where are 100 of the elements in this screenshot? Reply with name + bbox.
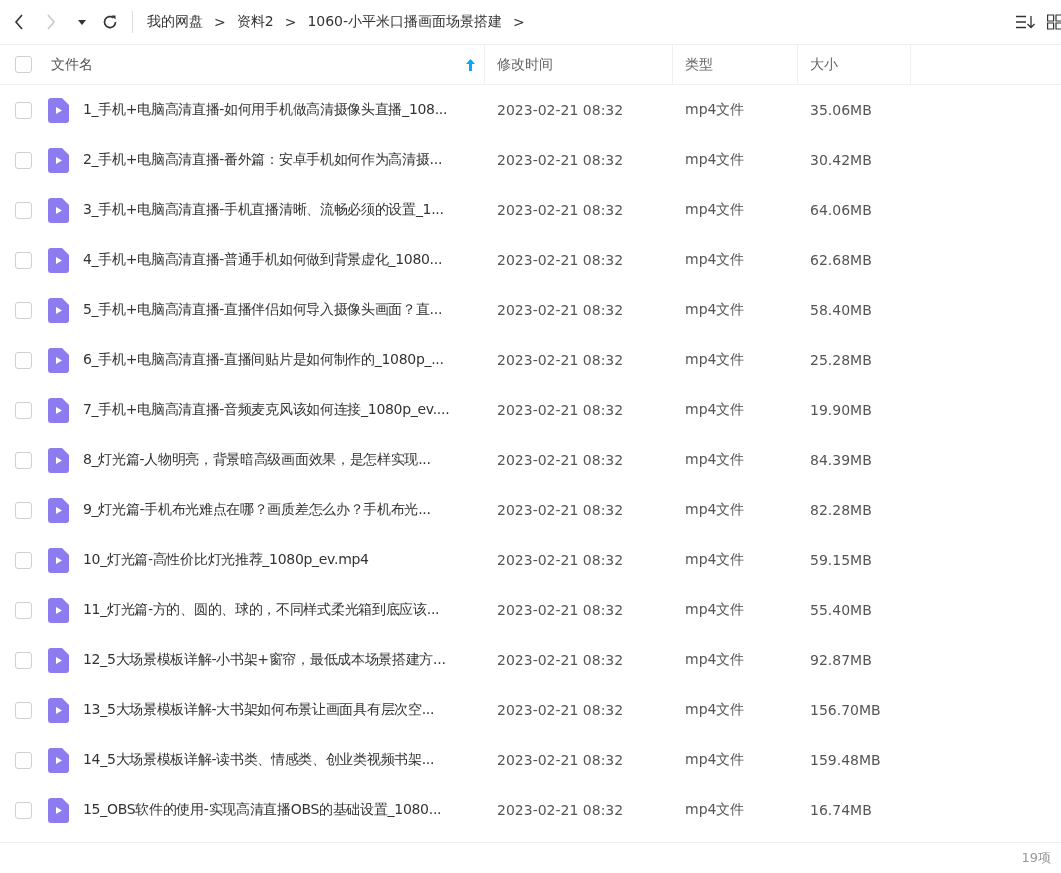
video-file-icon	[48, 347, 69, 373]
row-checkbox[interactable]	[15, 301, 32, 319]
file-name[interactable]: 3_手机+电脑高清直播-手机直播清晰、流畅必须的设置_1...	[83, 201, 444, 219]
file-name[interactable]: 8_灯光篇-人物明亮，背景暗高级画面效果，是怎样实现...	[83, 451, 431, 469]
breadcrumb-link[interactable]: 我的网盘	[147, 13, 203, 31]
file-name[interactable]: 12_5大场景模板详解-小书架+窗帘，最低成本场景搭建方...	[83, 651, 446, 669]
refresh-button[interactable]	[102, 14, 118, 30]
modified-time: 2023-02-21 08:32	[496, 252, 625, 268]
modified-time: 2023-02-21 08:32	[496, 502, 625, 518]
breadcrumb-separator: >	[284, 14, 297, 30]
sort-icon[interactable]	[1015, 15, 1035, 29]
file-type: mp4文件	[684, 351, 746, 369]
row-checkbox[interactable]	[15, 401, 32, 419]
column-header[interactable]: 大小	[810, 55, 838, 74]
file-name[interactable]: 1_手机+电脑高清直播-如何用手机做高清摄像头直播_108...	[83, 101, 448, 119]
item-count: 19项	[1021, 849, 1051, 867]
modified-time: 2023-02-21 08:32	[496, 552, 625, 568]
row-checkbox[interactable]	[15, 651, 32, 669]
file-type: mp4文件	[684, 101, 746, 119]
breadcrumb-separator: >	[513, 14, 525, 30]
file-name[interactable]: 14_5大场景模板详解-读书类、情感类、创业类视频书架...	[83, 751, 435, 769]
row-checkbox[interactable]	[15, 151, 32, 169]
breadcrumb-separator: >	[214, 14, 226, 30]
row-checkbox[interactable]	[15, 751, 32, 769]
file-type: mp4文件	[684, 251, 746, 269]
video-file-icon	[48, 147, 69, 173]
file-size: 59.15MB	[809, 552, 873, 568]
file-type: mp4文件	[684, 201, 746, 219]
video-file-icon	[48, 197, 69, 223]
video-file-icon	[48, 747, 69, 773]
file-name[interactable]: 4_手机+电脑高清直播-普通手机如何做到背景虚化_1080...	[83, 251, 443, 269]
row-checkbox[interactable]	[15, 351, 32, 369]
file-type: mp4文件	[684, 601, 746, 619]
row-checkbox[interactable]	[15, 201, 32, 219]
row-checkbox[interactable]	[15, 601, 32, 619]
modified-time: 2023-02-21 08:32	[496, 202, 625, 218]
modified-time: 2023-02-21 08:32	[496, 152, 625, 168]
file-size: 156.70MB	[809, 702, 882, 718]
modified-time: 2023-02-21 08:32	[496, 802, 625, 818]
breadcrumb-link[interactable]: 1060-小平米口播画面场景搭建	[307, 13, 503, 31]
file-type: mp4文件	[684, 501, 746, 519]
file-name[interactable]: 6_手机+电脑高清直播-直播间贴片是如何制作的_1080p_...	[83, 351, 444, 369]
history-dropdown-button[interactable]	[78, 19, 86, 25]
column-header[interactable]: 文件名	[51, 55, 93, 74]
file-size: 19.90MB	[809, 402, 873, 418]
row-checkbox[interactable]	[15, 101, 32, 119]
row-checkbox[interactable]	[15, 701, 32, 719]
column-header[interactable]: 修改时间	[497, 55, 553, 74]
file-type: mp4文件	[684, 401, 746, 419]
modified-time: 2023-02-21 08:32	[496, 102, 625, 118]
row-checkbox[interactable]	[15, 801, 32, 819]
file-size: 62.68MB	[809, 252, 873, 268]
modified-time: 2023-02-21 08:32	[496, 652, 625, 668]
back-button[interactable]	[14, 14, 24, 30]
file-type: mp4文件	[684, 301, 746, 319]
column-header[interactable]: 类型	[685, 55, 713, 74]
file-type: mp4文件	[684, 551, 746, 569]
file-type: mp4文件	[684, 801, 746, 819]
file-size: 82.28MB	[809, 502, 873, 518]
video-file-icon	[48, 547, 69, 573]
file-name[interactable]: 11_灯光篇-方的、圆的、球的，不同样式柔光箱到底应该...	[83, 601, 440, 619]
file-name[interactable]: 10_灯光篇-高性价比灯光推荐_1080p_ev.mp4	[83, 551, 369, 569]
file-size: 159.48MB	[809, 752, 882, 768]
video-file-icon	[48, 247, 69, 273]
row-checkbox[interactable]	[15, 451, 32, 469]
file-name[interactable]: 2_手机+电脑高清直播-番外篇：安卓手机如何作为高清摄...	[83, 151, 443, 169]
file-size: 30.42MB	[809, 152, 873, 168]
file-type: mp4文件	[684, 701, 746, 719]
video-file-icon	[48, 597, 69, 623]
file-size: 55.40MB	[809, 602, 873, 618]
breadcrumb-link[interactable]: 资料2	[236, 13, 274, 31]
select-all-checkbox[interactable]	[15, 56, 32, 73]
file-name[interactable]: 9_灯光篇-手机布光难点在哪？画质差怎么办？手机布光...	[83, 501, 431, 519]
file-size: 16.74MB	[809, 802, 873, 818]
video-file-icon	[48, 447, 69, 473]
row-checkbox[interactable]	[15, 501, 32, 519]
modified-time: 2023-02-21 08:32	[496, 702, 625, 718]
modified-time: 2023-02-21 08:32	[496, 452, 625, 468]
modified-time: 2023-02-21 08:32	[496, 302, 625, 318]
file-name[interactable]: 13_5大场景模板详解-大书架如何布景让画面具有层次空...	[83, 701, 435, 719]
modified-time: 2023-02-21 08:32	[496, 352, 625, 368]
file-size: 64.06MB	[809, 202, 873, 218]
file-type: mp4文件	[684, 651, 746, 669]
file-name[interactable]: 5_手机+电脑高清直播-直播伴侣如何导入摄像头画面？直...	[83, 301, 443, 319]
video-file-icon	[48, 697, 69, 723]
video-file-icon	[48, 297, 69, 323]
file-name[interactable]: 15_OBS软件的使用-实现高清直播OBS的基础设置_1080...	[83, 801, 442, 819]
video-file-icon	[48, 647, 69, 673]
file-type: mp4文件	[684, 451, 746, 469]
row-checkbox[interactable]	[15, 551, 32, 569]
modified-time: 2023-02-21 08:32	[496, 402, 625, 418]
video-file-icon	[48, 797, 69, 823]
row-checkbox[interactable]	[15, 251, 32, 269]
video-file-icon	[48, 497, 69, 523]
file-size: 25.28MB	[809, 352, 873, 368]
video-file-icon	[48, 397, 69, 423]
grid-view-icon[interactable]	[1047, 14, 1061, 30]
file-size: 84.39MB	[809, 452, 873, 468]
file-size: 92.87MB	[809, 652, 873, 668]
file-name[interactable]: 7_手机+电脑高清直播-音频麦克风该如何连接_1080p_ev....	[83, 401, 450, 419]
